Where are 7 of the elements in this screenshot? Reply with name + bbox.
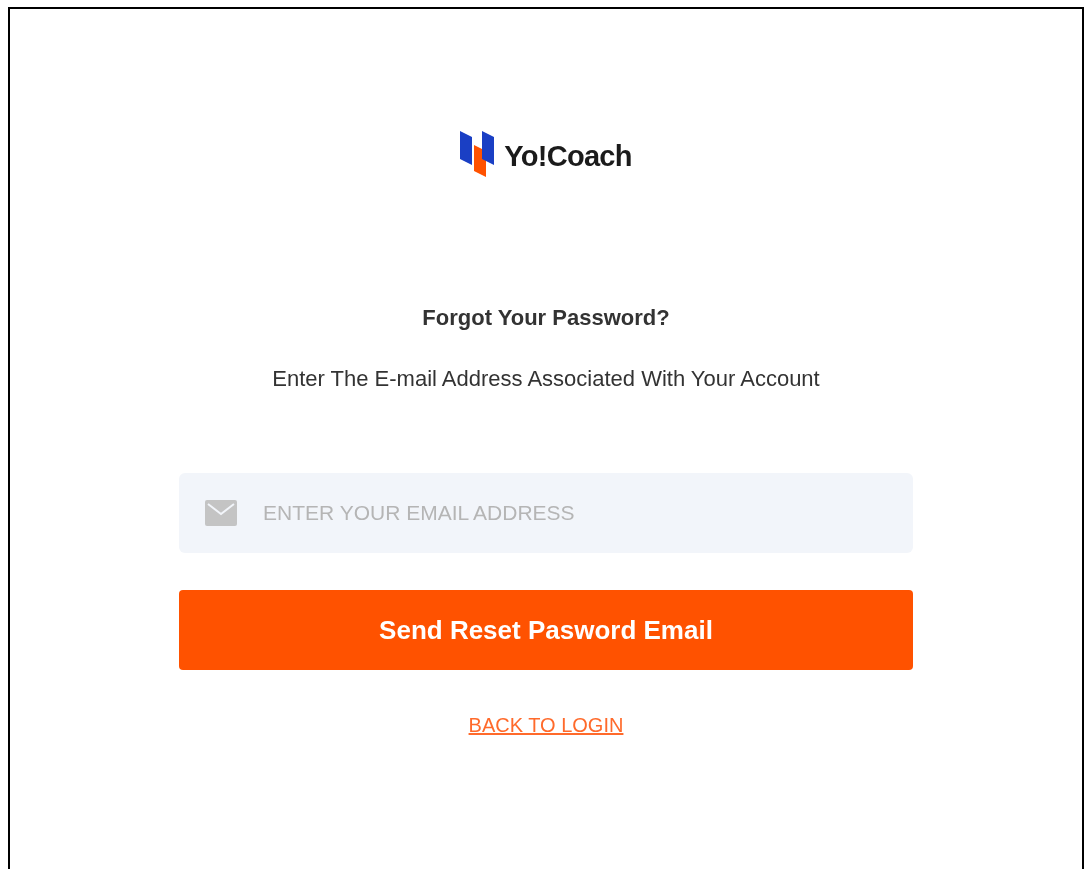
email-field[interactable]: ENTER YOUR EMAIL ADDRESS — [179, 473, 913, 553]
back-to-login-link[interactable]: BACK TO LOGIN — [468, 710, 624, 740]
page-heading: Forgot Your Password? — [422, 304, 670, 332]
envelope-icon — [205, 500, 237, 526]
logo-text: Yo!Coach — [504, 139, 632, 175]
subtitle: Enter The E-mail Address Associated With Your Account — [272, 365, 820, 393]
send-reset-button[interactable]: Send Reset Pasword Email — [179, 590, 913, 670]
